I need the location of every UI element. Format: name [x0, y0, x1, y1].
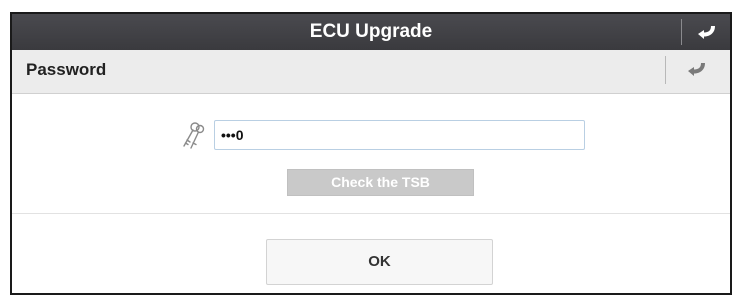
title-bar: ECU Upgrade — [12, 14, 730, 50]
title-separator — [681, 19, 682, 45]
subheader-bar: Password — [12, 50, 730, 94]
subheader-separator — [665, 56, 666, 84]
ok-button[interactable]: OK — [266, 239, 493, 285]
back-arrow-icon[interactable] — [684, 58, 708, 80]
dialog-window: ECU Upgrade Password Check the TSB OK — [10, 12, 732, 295]
divider — [12, 213, 730, 214]
window-title: ECU Upgrade — [309, 21, 433, 42]
back-arrow-icon[interactable] — [694, 21, 718, 43]
keys-icon — [183, 122, 205, 149]
check-tsb-button[interactable]: Check the TSB — [287, 169, 474, 196]
section-label: Password — [26, 60, 107, 79]
password-input[interactable] — [214, 120, 585, 150]
